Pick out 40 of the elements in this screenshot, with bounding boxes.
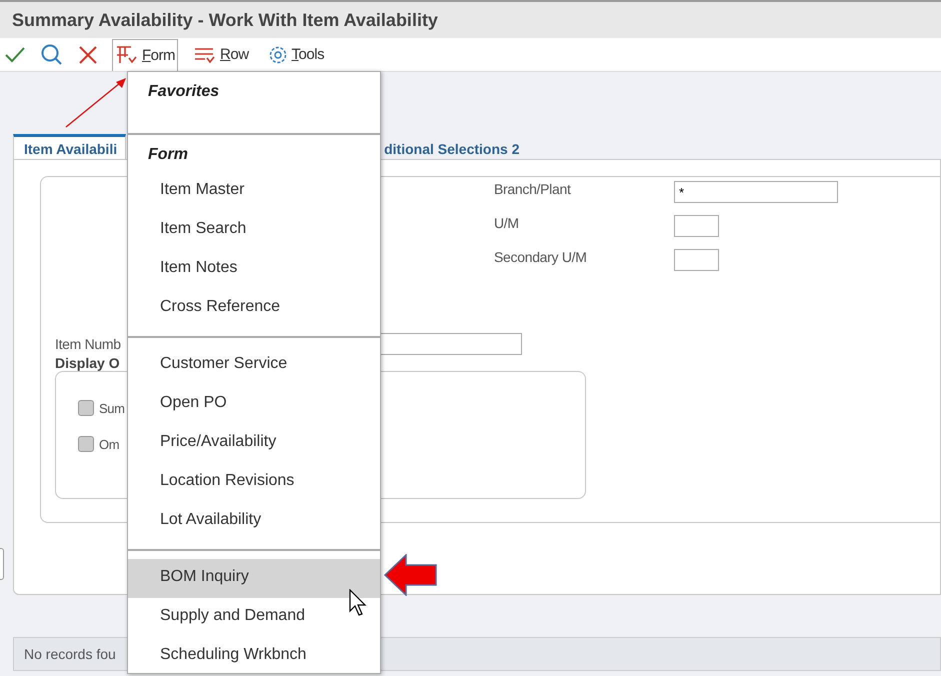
menu-item[interactable]: Open PO [128, 385, 380, 424]
menu-item[interactable]: Lot Availability [128, 502, 380, 541]
menu-header: Form [147, 145, 189, 165]
input-field[interactable]: * [674, 181, 838, 203]
menu-item[interactable]: Supply and Demand [128, 598, 380, 637]
menu-button[interactable]: Form [112, 38, 178, 70]
tab[interactable]: ditional Selections 2 [374, 134, 528, 159]
menu-item[interactable]: BOM Inquiry [128, 559, 380, 598]
menu-button[interactable]: Tools [264, 38, 328, 70]
field-label: Secondary U/M [494, 249, 588, 265]
menu-item[interactable]: Item Search [128, 211, 380, 250]
tab[interactable]: Item Availabili [13, 134, 126, 159]
field-label: Item Numb [55, 336, 121, 352]
checkbox[interactable] [78, 436, 94, 452]
checkbox-label: Om [99, 436, 120, 452]
close-icon[interactable] [78, 44, 98, 64]
arrow-icon [64, 77, 128, 129]
input-field[interactable] [674, 215, 719, 237]
field-label: U/M [494, 215, 520, 231]
checkbox[interactable] [78, 400, 94, 416]
form-icon [115, 45, 139, 65]
input-field[interactable] [674, 249, 719, 271]
menu-header: Favorites [147, 82, 220, 102]
checkbox-label: Sum [99, 400, 125, 416]
mouse-cursor-icon [349, 589, 367, 617]
menu-item[interactable]: Customer Service [128, 346, 380, 385]
menu-item[interactable]: Item Master [128, 172, 380, 211]
menu-item[interactable]: Scheduling Wrkbnch [128, 637, 380, 676]
menu-button[interactable]: Row [190, 38, 252, 70]
search-icon[interactable] [40, 44, 64, 66]
status-text: No records fou [24, 646, 116, 662]
menu-item[interactable]: Item Notes [128, 250, 380, 289]
field-label: Branch/Plant [494, 181, 572, 197]
menu-item[interactable]: Location Revisions [128, 463, 380, 502]
menu-item[interactable]: Price/Availability [128, 424, 380, 463]
menu-item[interactable]: Cross Reference [128, 289, 380, 328]
window-title: Summary Availability - Work With Item Availability [12, 10, 438, 30]
arrow-icon [384, 554, 438, 596]
section-title: Display O [55, 355, 120, 371]
checkmark-icon[interactable] [4, 44, 26, 64]
